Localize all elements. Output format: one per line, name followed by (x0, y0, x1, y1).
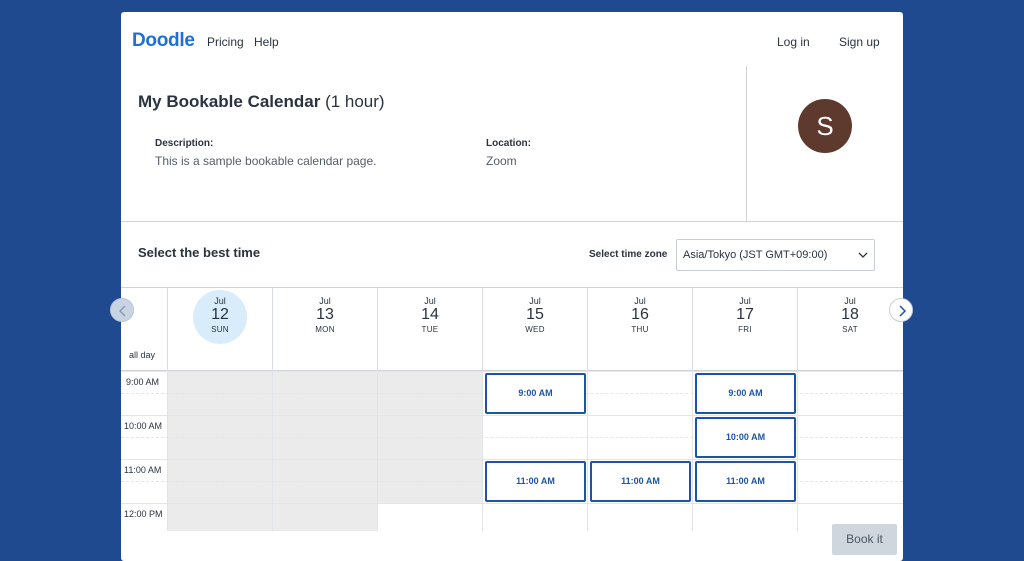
day-number: 16 (631, 306, 649, 323)
day-header-thu: Jul 16 THU (587, 288, 692, 370)
time-slot-jul17-10am[interactable]: 10:00 AM (695, 417, 796, 458)
description-label: Description: (155, 138, 214, 149)
day-weekday: FRI (738, 325, 752, 334)
time-slot-jul16-11am[interactable]: 11:00 AM (590, 461, 691, 502)
day-number: 12 (211, 306, 229, 323)
column-line (692, 370, 693, 531)
time-slot-jul17-11am[interactable]: 11:00 AM (695, 461, 796, 502)
hour-line (121, 503, 903, 504)
day-header-sat: Jul 18 SAT (797, 288, 902, 370)
day-month: Jul (634, 296, 646, 306)
timezone-value: Asia/Tokyo (JST GMT+09:00) (683, 249, 828, 261)
info-divider (746, 66, 747, 221)
nav-help-link[interactable]: Help (254, 35, 279, 49)
time-label: 10:00 AM (124, 421, 163, 431)
event-info: My Bookable Calendar (1 hour) Descriptio… (121, 66, 746, 221)
day-month: Jul (844, 296, 856, 306)
day-weekday: THU (631, 325, 649, 334)
column-line (167, 370, 168, 531)
time-slot-jul15-11am[interactable]: 11:00 AM (485, 461, 586, 502)
chevron-left-icon (118, 305, 126, 317)
day-number: 17 (736, 306, 754, 323)
signup-link[interactable]: Sign up (839, 35, 880, 49)
hour-line (121, 459, 903, 460)
day-weekday: TUE (421, 325, 439, 334)
section-divider (121, 221, 903, 222)
chevron-down-icon (858, 252, 868, 258)
day-header-wed: Jul 15 WED (482, 288, 587, 370)
day-header-tue: Jul 14 TUE (377, 288, 482, 370)
previous-week-button[interactable] (110, 298, 134, 322)
day-weekday: SUN (211, 325, 229, 334)
login-link[interactable]: Log in (777, 35, 810, 49)
day-header-sun: Jul 12 SUN (167, 288, 272, 370)
day-month: Jul (214, 296, 226, 306)
column-line (797, 370, 798, 531)
hour-line (121, 415, 903, 416)
day-number: 18 (841, 306, 859, 323)
time-label: 12:00 PM (124, 509, 163, 519)
day-weekday: WED (525, 325, 545, 334)
event-title-text: My Bookable Calendar (138, 92, 321, 111)
nav-pricing-link[interactable]: Pricing (207, 35, 244, 49)
allday-label: all day (129, 350, 156, 360)
hour-line (121, 371, 903, 372)
booking-card: Doodle Pricing Help Log in Sign up My Bo… (121, 12, 903, 561)
column-line (377, 370, 378, 531)
day-weekday: MON (315, 325, 335, 334)
column-line (587, 370, 588, 531)
select-time-heading: Select the best time (138, 245, 261, 260)
description-value: This is a sample bookable calendar page. (155, 154, 377, 168)
next-week-button[interactable] (889, 298, 913, 322)
event-title: My Bookable Calendar (1 hour) (138, 92, 385, 112)
day-month: Jul (529, 296, 541, 306)
column-line (272, 370, 273, 531)
time-label: 11:00 AM (124, 465, 162, 475)
timezone-select[interactable]: Asia/Tokyo (JST GMT+09:00) (676, 239, 875, 271)
time-slot-jul15-9am[interactable]: 9:00 AM (485, 373, 586, 414)
top-navigation: Doodle Pricing Help Log in Sign up (121, 12, 903, 66)
day-month: Jul (739, 296, 751, 306)
location-value: Zoom (486, 154, 517, 168)
calendar-grid: all day Jul 12 SUN Jul 13 MON Jul 14 TUE… (121, 287, 903, 531)
day-month: Jul (319, 296, 331, 306)
column-line (482, 370, 483, 531)
book-it-button[interactable]: Book it (832, 524, 897, 555)
event-duration: (1 hour) (325, 92, 385, 111)
day-weekday: SAT (842, 325, 858, 334)
unavailable-cell (168, 371, 272, 531)
day-number: 15 (526, 306, 544, 323)
location-label: Location: (486, 138, 531, 149)
unavailable-cell (273, 371, 377, 531)
day-number: 13 (316, 306, 334, 323)
day-header-fri: Jul 17 FRI (692, 288, 797, 370)
day-header-mon: Jul 13 MON (272, 288, 377, 370)
day-number: 14 (421, 306, 439, 323)
timezone-label: Select time zone (589, 249, 668, 260)
chevron-right-icon (899, 305, 907, 317)
doodle-logo[interactable]: Doodle (132, 30, 195, 52)
day-month: Jul (424, 296, 436, 306)
time-label: 9:00 AM (126, 377, 160, 387)
avatar: S (798, 99, 852, 153)
time-slot-jul17-9am[interactable]: 9:00 AM (695, 373, 796, 414)
